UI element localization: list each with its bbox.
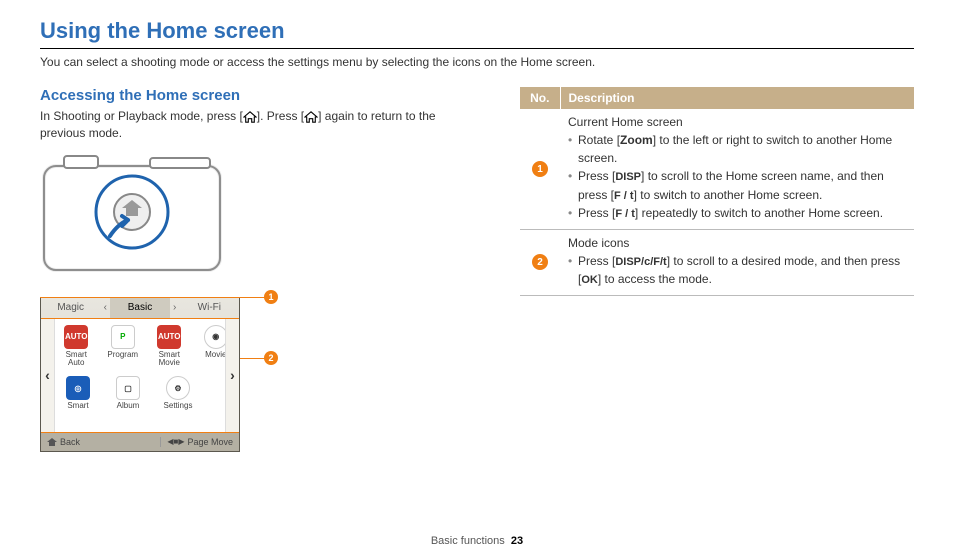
mode-label: Smart Auto — [60, 351, 93, 369]
access-mid: ]. Press [ — [257, 109, 304, 123]
program-icon: P — [111, 325, 135, 349]
mode-label: Settings — [164, 402, 193, 411]
tab-magic: Magic — [41, 298, 100, 318]
back-label: Back — [60, 437, 80, 447]
home-screen-mockup: 1 2 Magic ‹ Basic › Wi-Fi ‹ › AUTOSmart … — [40, 297, 240, 452]
row-title: Current Home screen — [568, 115, 906, 129]
row-1-desc: Current Home screen Rotate [Zoom] to the… — [560, 109, 914, 229]
mode-program: P Program — [107, 325, 140, 360]
mode-label: Program — [107, 351, 138, 360]
mode-smart-movie: AUTO Smart Movie — [153, 325, 186, 369]
bottom-back: Back — [41, 437, 86, 447]
home-icon — [243, 111, 257, 123]
intro-text: You can select a shooting mode or access… — [40, 55, 914, 69]
footer-page: 23 — [511, 535, 523, 547]
bullet: Rotate [Zoom] to the left or right to sw… — [568, 131, 906, 167]
tab-bar: Magic ‹ Basic › Wi-Fi — [41, 298, 239, 318]
mode-smart-auto: AUTO Smart Auto — [60, 325, 93, 369]
th-desc: Description — [560, 87, 914, 109]
nav-left-icon: ‹ — [41, 319, 55, 432]
mode-label: Smart Movie — [153, 351, 186, 369]
tab-basic: Basic — [110, 298, 169, 318]
row-badge-1: 1 — [532, 161, 548, 177]
page-footer: Basic functions 23 — [0, 535, 954, 547]
page-title: Using the Home screen — [40, 18, 914, 44]
bullet: Press [DISP] to scroll to the Home scree… — [568, 167, 906, 204]
mode-settings: ⚙ Settings — [160, 376, 196, 411]
mode-icon-grid: ‹ › AUTO Smart Auto P Program AUTO Smart Mo… — [41, 318, 239, 433]
callout-badge-1: 1 — [264, 290, 278, 304]
footer-section: Basic functions — [431, 535, 505, 547]
callout-badge-2: 2 — [264, 351, 278, 365]
gear-icon: ⚙ — [166, 376, 190, 400]
home-icon — [304, 111, 318, 123]
chevron-right-icon: › — [170, 298, 180, 318]
mode-label: Album — [117, 402, 140, 411]
tab-wifi: Wi-Fi — [180, 298, 239, 318]
section-heading: Accessing the Home screen — [40, 87, 480, 104]
callout-line-1 — [40, 297, 271, 298]
camera-illustration — [40, 152, 480, 285]
mode-label: Movie — [205, 351, 226, 360]
th-no: No. — [520, 87, 560, 109]
bullet: Press [DISP/c/F/t] to scroll to a desire… — [568, 252, 906, 289]
auto-icon: AUTO — [64, 325, 88, 349]
home-icon — [47, 438, 57, 446]
row-badge-2: 2 — [532, 254, 548, 270]
title-rule — [40, 48, 914, 49]
access-pre: In Shooting or Playback mode, press [ — [40, 109, 243, 123]
description-table: No. Description 1 Current Home screen Ro… — [520, 87, 914, 296]
bottom-bar: Back ◀■▶Page Move — [41, 433, 239, 451]
auto-icon: AUTO — [157, 325, 181, 349]
bullet: Press [F / t] repeatedly to switch to an… — [568, 204, 906, 223]
bottom-pagemove: ◀■▶Page Move — [160, 437, 239, 447]
mode-smart: ◎ Smart — [60, 376, 96, 411]
mode-label: Smart — [67, 402, 88, 411]
smart-icon: ◎ — [66, 376, 90, 400]
nav-right-icon: › — [225, 319, 239, 432]
row-title: Mode icons — [568, 236, 906, 250]
pagemove-label: Page Move — [187, 437, 233, 447]
album-icon: ▢ — [116, 376, 140, 400]
mode-album: ▢ Album — [110, 376, 146, 411]
row-2-desc: Mode icons Press [DISP/c/F/t] to scroll … — [560, 229, 914, 295]
access-text: In Shooting or Playback mode, press [ ]. … — [40, 108, 480, 142]
chevron-left-icon: ‹ — [100, 298, 110, 318]
